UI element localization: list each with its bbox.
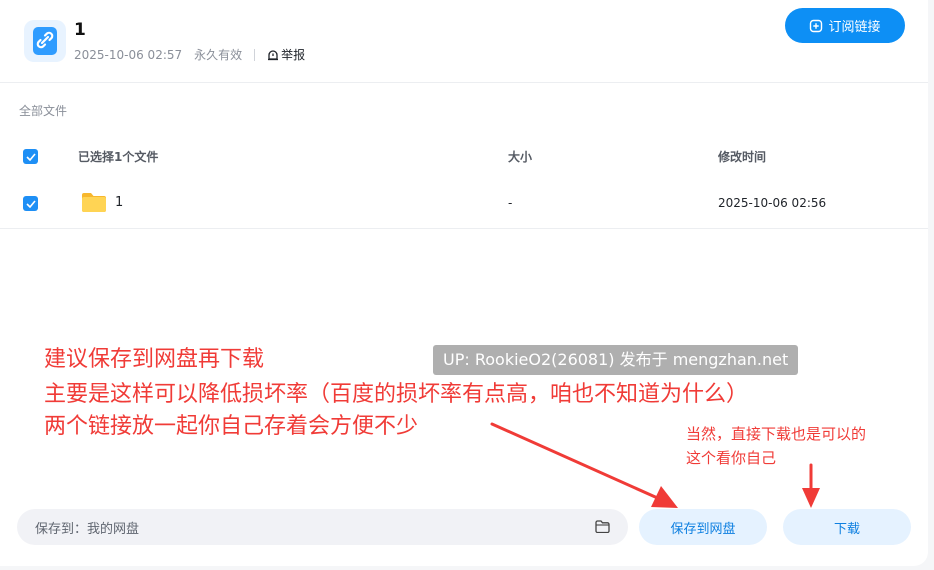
annotation-line-3: 两个链接放一起你自己存着会方便不少 bbox=[44, 414, 419, 439]
share-date: 2025-10-06 02:57 bbox=[74, 47, 183, 62]
check-icon bbox=[25, 152, 36, 161]
annotation-line-1: 建议保存到网盘再下载 bbox=[44, 347, 265, 372]
file-size: - bbox=[508, 196, 513, 210]
row-divider bbox=[0, 228, 928, 229]
annotation-arrows bbox=[490, 422, 820, 508]
subscribe-label: 订阅链接 bbox=[828, 20, 881, 35]
side-note-line-2: 这个看你自己 bbox=[686, 449, 777, 467]
select-all-checkbox[interactable] bbox=[23, 149, 38, 164]
add-circle-icon bbox=[810, 19, 823, 32]
download-button[interactable]: 下载 bbox=[783, 509, 911, 545]
subscribe-link-button[interactable]: 订阅链接 bbox=[785, 8, 905, 43]
column-size: 大小 bbox=[508, 150, 533, 164]
arrow-to-download-button bbox=[802, 463, 820, 508]
share-link-icon bbox=[24, 20, 66, 62]
share-title: 1 bbox=[74, 20, 86, 40]
save-to-netdisk-button[interactable]: 保存到网盘 bbox=[639, 509, 767, 545]
annotation-line-2: 主要是这样可以降低损坏率（百度的损坏率有点高，咱也不知道为什么） bbox=[44, 382, 749, 407]
report-label: 举报 bbox=[281, 48, 306, 62]
file-modified: 2025-10-06 02:56 bbox=[718, 196, 827, 210]
watermark: UP: RookieO2(26081) 发布于 mengzhan.net bbox=[433, 345, 799, 375]
row-checkbox[interactable] bbox=[23, 196, 38, 211]
header-divider bbox=[0, 82, 928, 83]
share-page: 1 2025-10-06 02:57 永久有效 举报 订阅链接 全部文件 已选择… bbox=[0, 0, 928, 566]
folder-outline-icon[interactable] bbox=[595, 520, 610, 533]
report-icon bbox=[268, 49, 279, 60]
arrow-to-save-button bbox=[490, 422, 678, 508]
breadcrumb[interactable]: 全部文件 bbox=[19, 102, 67, 119]
share-meta: 2025-10-06 02:57 永久有效 举报 bbox=[74, 46, 305, 63]
share-validity: 永久有效 bbox=[194, 48, 243, 62]
meta-divider bbox=[254, 48, 256, 61]
check-icon bbox=[25, 199, 36, 208]
folder-icon bbox=[82, 193, 106, 212]
column-selected-count: 已选择1个文件 bbox=[78, 150, 159, 164]
column-modified: 修改时间 bbox=[718, 150, 767, 164]
side-note-line-1: 当然，直接下载也是可以的 bbox=[686, 425, 867, 443]
file-name[interactable]: 1 bbox=[115, 195, 123, 210]
save-path-field[interactable]: 保存到：我的网盘 bbox=[17, 509, 628, 545]
report-link[interactable]: 举报 bbox=[267, 46, 305, 63]
save-path-label: 保存到：我的网盘 bbox=[35, 521, 140, 537]
